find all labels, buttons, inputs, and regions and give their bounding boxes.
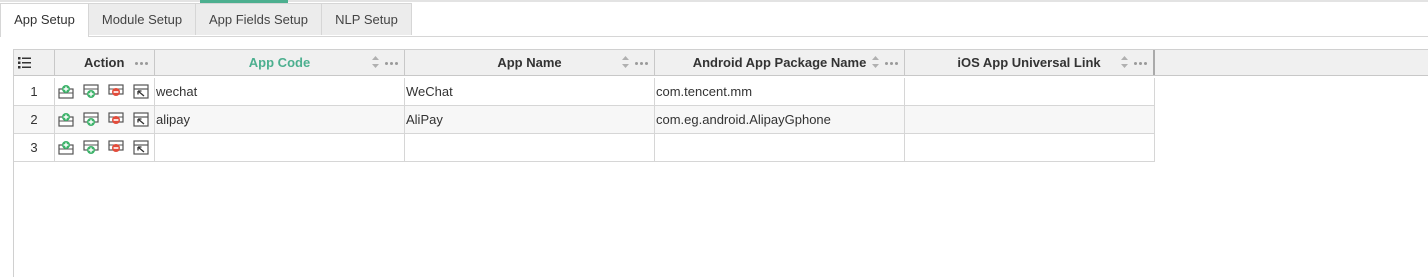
column-chooser-header[interactable]: [14, 50, 55, 75]
action-column-header: Action: [55, 50, 155, 75]
edit-row-icon[interactable]: [133, 112, 149, 127]
app-name-cell[interactable]: AliPay: [405, 106, 655, 134]
grid-header: Action App Code App Name Android App Pac…: [14, 50, 1428, 76]
row-actions: [55, 106, 155, 134]
table-row[interactable]: 3: [14, 134, 1155, 162]
app-name-cell[interactable]: WeChat: [405, 78, 655, 106]
app-name-cell[interactable]: [405, 134, 655, 162]
ios-link-column-header[interactable]: iOS App Universal Link: [905, 50, 1155, 75]
ios-link-cell[interactable]: [905, 78, 1155, 106]
column-menu-icon[interactable]: [885, 62, 898, 65]
app-code-cell[interactable]: alipay: [155, 106, 405, 134]
row-number: 3: [14, 134, 55, 162]
table-row[interactable]: 1 wechat WeChat com.tencent.mm: [14, 78, 1155, 106]
action-column-title: Action: [84, 55, 125, 70]
add-row-icon[interactable]: [83, 112, 99, 127]
app-name-column-header[interactable]: App Name: [405, 50, 655, 75]
tab-module-setup[interactable]: Module Setup: [88, 3, 196, 35]
add-row-icon[interactable]: [83, 140, 99, 155]
sort-icon[interactable]: [871, 54, 880, 70]
delete-row-icon[interactable]: [108, 140, 124, 155]
android-package-cell[interactable]: com.tencent.mm: [655, 78, 905, 106]
android-package-column-title: Android App Package Name: [692, 55, 867, 70]
app-code-cell[interactable]: [155, 134, 405, 162]
column-menu-icon[interactable]: [135, 62, 148, 65]
android-package-column-header[interactable]: Android App Package Name: [655, 50, 905, 75]
insert-row-icon[interactable]: [58, 112, 74, 127]
sort-icon[interactable]: [621, 54, 630, 70]
ios-link-cell[interactable]: [905, 106, 1155, 134]
insert-row-icon[interactable]: [58, 140, 74, 155]
app-name-column-title: App Name: [497, 55, 562, 70]
app-code-cell[interactable]: wechat: [155, 78, 405, 106]
add-row-icon[interactable]: [83, 84, 99, 99]
row-number: 1: [14, 78, 55, 106]
list-icon[interactable]: [18, 57, 31, 69]
edit-row-icon[interactable]: [133, 140, 149, 155]
column-menu-icon[interactable]: [385, 62, 398, 65]
android-package-cell[interactable]: [655, 134, 905, 162]
row-actions: [55, 78, 155, 106]
delete-row-icon[interactable]: [108, 112, 124, 127]
edit-row-icon[interactable]: [133, 84, 149, 99]
sort-icon[interactable]: [371, 54, 380, 70]
ios-link-column-title: iOS App Universal Link: [957, 55, 1101, 70]
android-package-cell[interactable]: com.eg.android.AlipayGphone: [655, 106, 905, 134]
table-row[interactable]: 2 alipay AliPay com.eg.android.AlipayGph…: [14, 106, 1155, 134]
tab-nlp-setup[interactable]: NLP Setup: [321, 3, 412, 35]
column-menu-icon[interactable]: [1134, 62, 1147, 65]
app-code-column-title: App Code: [248, 55, 311, 70]
app-code-column-header[interactable]: App Code: [155, 50, 405, 75]
row-number: 2: [14, 106, 55, 134]
row-actions: [55, 134, 155, 162]
delete-row-icon[interactable]: [108, 84, 124, 99]
tab-app-setup[interactable]: App Setup: [0, 3, 89, 37]
tab-bar: App Setup Module Setup App Fields Setup …: [0, 3, 1428, 37]
sort-icon[interactable]: [1120, 54, 1129, 70]
tab-app-fields-setup[interactable]: App Fields Setup: [195, 3, 322, 35]
column-menu-icon[interactable]: [635, 62, 648, 65]
app-setup-grid: Action App Code App Name Android App Pac…: [13, 49, 1428, 277]
insert-row-icon[interactable]: [58, 84, 74, 99]
ios-link-cell[interactable]: [905, 134, 1155, 162]
